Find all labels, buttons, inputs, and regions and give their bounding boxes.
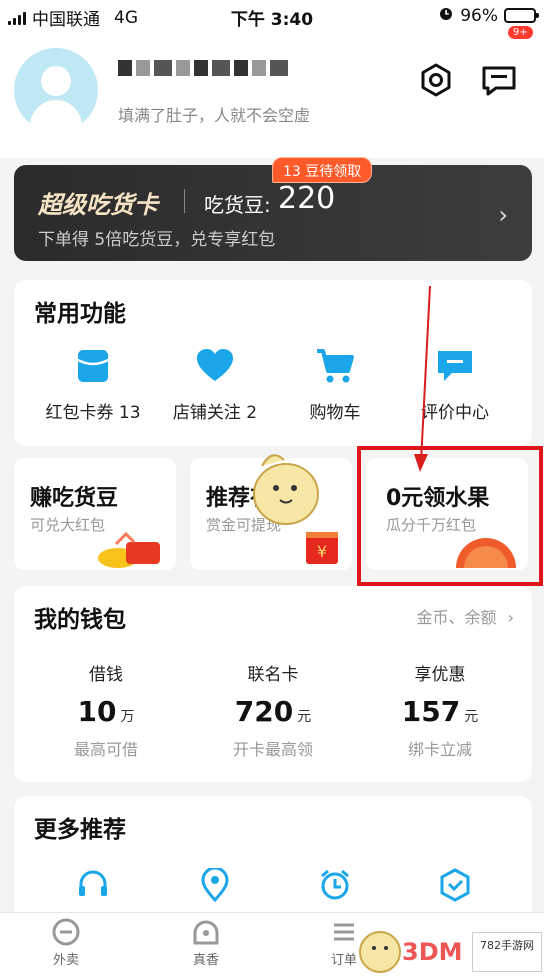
heart-icon <box>197 349 233 381</box>
wallet-cobrand-card[interactable]: 联名卡 720 元 开卡最高领 <box>187 660 359 760</box>
wallet-title: 我的钱包 <box>34 607 126 633</box>
beans-label: 吃货豆: <box>204 193 271 217</box>
promo-subtitle: 可兑大红包 <box>30 516 106 534</box>
headset-icon[interactable] <box>76 868 110 902</box>
promo-earn-beans[interactable]: 赚吃货豆 可兑大红包 <box>14 458 176 570</box>
wallet-card: 我的钱包 金币、余额 › 借钱 10 万 最高可借 联名卡 720 元 开卡最高领 … <box>14 586 532 782</box>
coupon-icon <box>77 350 109 382</box>
wallet-col-value: 157 <box>401 695 461 728</box>
red-envelope-icon: ¥ <box>306 532 338 564</box>
wallet-col-label: 借钱 <box>89 665 123 685</box>
more-recommend-title: 更多推荐 <box>34 817 126 843</box>
message-icon[interactable] <box>480 62 518 98</box>
annotation-highlight-box <box>357 446 543 586</box>
func-cart[interactable]: 购物车 <box>270 348 400 423</box>
super-card-title: 超级吃货卡 <box>38 191 158 219</box>
alarm-icon <box>438 5 454 26</box>
func-coupons[interactable]: 红包卡券 13 <box>28 348 158 423</box>
func-followed-shops[interactable]: 店铺关注 2 <box>150 348 280 423</box>
location-icon[interactable] <box>198 868 232 902</box>
func-label: 店铺关注 2 <box>172 403 258 423</box>
gift-icon <box>98 531 160 568</box>
wallet-link[interactable]: 金币、余额 › <box>416 604 514 628</box>
profile-header: 填满了肚子，人就不会空虚 <box>0 30 544 158</box>
wallet-col-sub: 绑卡立减 <box>407 740 472 759</box>
watermark-text: 3DM <box>402 938 463 966</box>
wallet-col-value: 720 <box>234 695 294 728</box>
tab-label: 外卖 <box>52 953 79 968</box>
wallet-col-sub: 最高可借 <box>73 740 138 759</box>
status-right: 96% <box>438 5 539 26</box>
battery-percent: 96% <box>460 5 498 26</box>
chevron-right-icon: › <box>498 201 508 229</box>
tab-zhenxiang[interactable]: 真香 <box>166 917 246 968</box>
watermark-site: 782手游网 <box>472 932 542 972</box>
review-icon <box>438 351 472 381</box>
super-card-divider <box>184 189 185 213</box>
func-label: 购物车 <box>309 403 361 423</box>
wallet-discount[interactable]: 享优惠 157 元 绑卡立减 <box>354 660 526 760</box>
wallet-col-sub: 开卡最高领 <box>232 740 313 759</box>
wallet-col-unit: 元 <box>464 709 479 725</box>
wallet-col-unit: 万 <box>120 709 135 725</box>
message-badge: 9+ <box>506 24 535 41</box>
tab-label: 真香 <box>192 953 219 968</box>
cart-icon <box>317 349 354 383</box>
common-functions-title: 常用功能 <box>34 301 126 327</box>
wallet-col-label: 联名卡 <box>247 665 299 685</box>
settings-icon[interactable] <box>418 62 454 98</box>
promo-title: 赚吃货豆 <box>30 486 119 511</box>
common-functions-card: 常用功能 红包卡券 13 店铺关注 2 购物车 评价中心 <box>14 280 532 446</box>
shield-check-icon[interactable] <box>438 868 472 902</box>
username-censored[interactable] <box>118 60 288 76</box>
alarm-clock-icon[interactable] <box>318 868 352 902</box>
battery-icon <box>504 8 539 23</box>
svg-text:¥: ¥ <box>317 542 327 561</box>
profile-slogan: 填满了肚子，人就不会空虚 <box>118 106 311 125</box>
tab-takeout[interactable]: 外卖 <box>26 917 106 968</box>
avatar[interactable] <box>14 48 98 132</box>
beans-value: 220 <box>278 181 336 216</box>
super-card-desc: 下单得 5倍吃货豆，兑专享红包 <box>38 230 276 250</box>
zhenxiang-icon <box>193 920 219 945</box>
wallet-col-label: 享优惠 <box>414 665 466 685</box>
takeout-icon <box>52 918 80 946</box>
mascot-sticker <box>253 454 319 525</box>
pending-beans-tag[interactable]: 13 豆待领取 <box>272 157 373 183</box>
func-label: 红包卡券 13 <box>45 403 141 423</box>
chevron-right-icon: › <box>507 608 514 627</box>
wallet-col-value: 10 <box>77 695 117 728</box>
wallet-col-unit: 元 <box>297 709 312 725</box>
status-bar: 中国联通 4G 下午 3:40 96% <box>0 0 544 30</box>
wallet-link-label: 金币、余额 <box>416 608 497 627</box>
wallet-borrow[interactable]: 借钱 10 万 最高可借 <box>20 660 192 760</box>
